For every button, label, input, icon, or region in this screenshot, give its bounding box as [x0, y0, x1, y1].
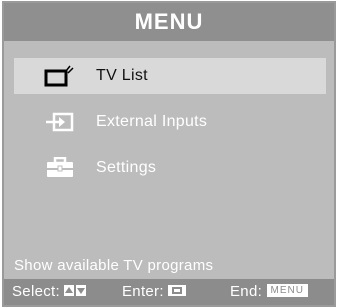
footer-enter: Enter:	[122, 279, 187, 305]
menu-item-settings[interactable]: Settings	[14, 150, 326, 186]
footer-end: End: MENU	[230, 279, 308, 305]
end-label: End:	[230, 283, 263, 300]
menu-window: MENU TV List External Inputs Settings Sh…	[2, 1, 336, 307]
footer-bar: Select: Enter: End: MENU	[4, 279, 334, 305]
up-down-keys-icon	[64, 285, 87, 297]
menu-item-label: External Inputs	[96, 113, 208, 130]
select-label: Select:	[12, 283, 60, 300]
toolbox-icon	[47, 157, 73, 177]
menu-item-tv-list[interactable]: TV List	[14, 58, 326, 94]
menu-item-external-inputs[interactable]: External Inputs	[14, 104, 326, 140]
enter-label: Enter:	[122, 283, 164, 300]
tv-icon	[44, 65, 74, 87]
menu-key-icon: MENU	[266, 284, 308, 298]
footer-select: Select:	[12, 279, 87, 305]
menu-item-label: Settings	[96, 159, 157, 176]
menu-item-label: TV List	[96, 67, 148, 84]
enter-key-icon	[168, 285, 187, 297]
item-description: Show available TV programs	[14, 257, 214, 274]
menu-title: MENU	[4, 3, 334, 41]
input-icon	[46, 112, 74, 132]
